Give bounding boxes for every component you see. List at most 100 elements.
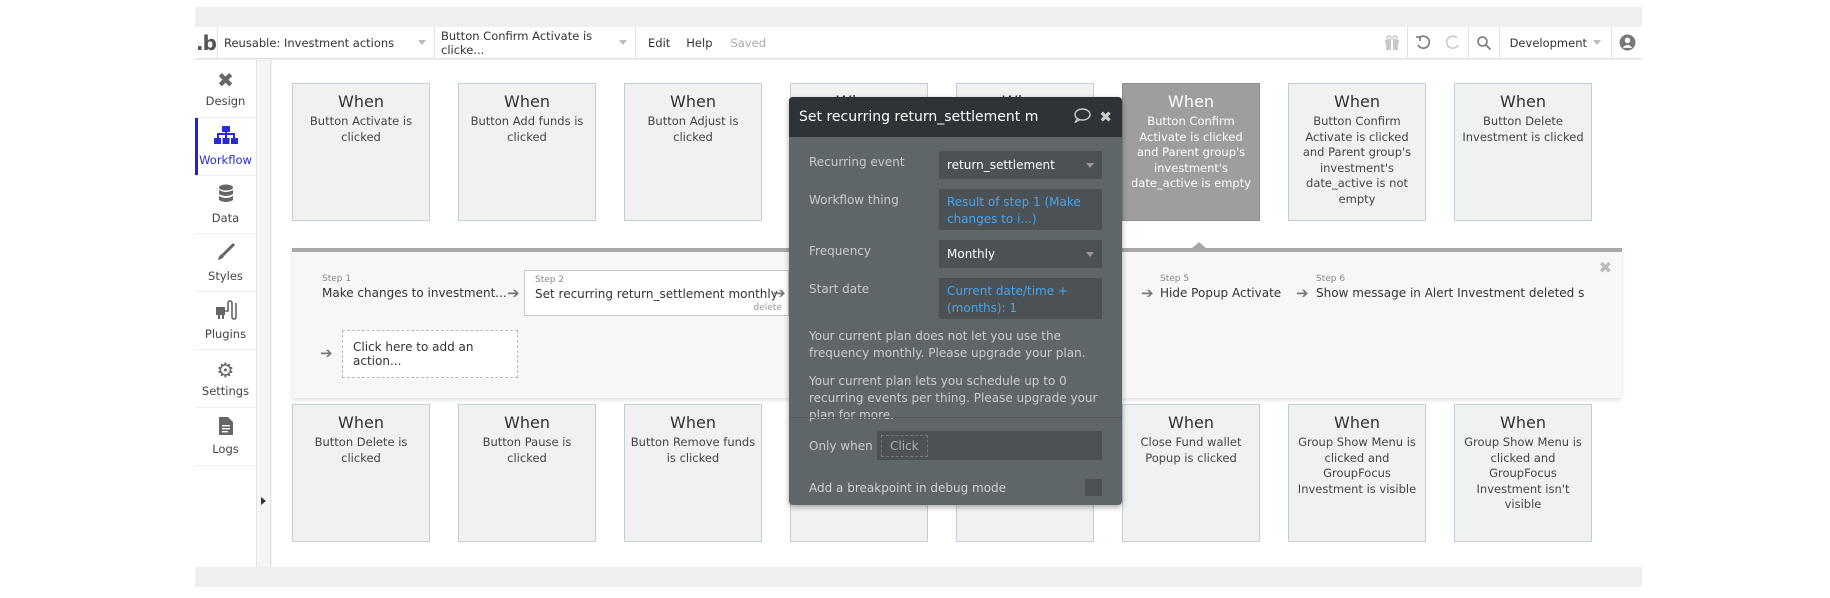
start-date-value: Current date/time + (months): 1 xyxy=(947,284,1068,315)
event-condition: Button Remove funds is clicked xyxy=(630,435,756,465)
step-number: Step 1 xyxy=(322,274,352,284)
event-selector-label: Button Confirm Activate is clicke... xyxy=(441,28,593,57)
panel-pointer xyxy=(1191,242,1207,249)
frequency-value: Monthly xyxy=(947,247,996,261)
environment-label: Development xyxy=(1509,35,1587,50)
step-number: Step 6 xyxy=(1316,274,1346,284)
popup-header[interactable]: Set recurring return_settlement m ✖ xyxy=(789,97,1122,137)
delete-step-link[interactable]: delete xyxy=(753,303,781,313)
plug-icon xyxy=(215,300,237,324)
chevron-down-icon xyxy=(418,40,426,45)
redo-icon[interactable] xyxy=(1438,27,1468,58)
left-sidebar: ✖ Design Workflow Data Styles Plugins ⚙ … xyxy=(195,60,257,567)
event-condition: Button Delete Investment is clicked xyxy=(1462,114,1584,144)
page-selector-dropdown[interactable]: Reusable: Investment actions xyxy=(218,27,434,58)
workflow-step[interactable]: Step 5 Hide Popup Activate xyxy=(1160,274,1281,300)
recurring-event-dropdown[interactable]: return_settlement xyxy=(939,151,1102,179)
workflow-step[interactable]: Step 1 Make changes to investment... xyxy=(322,274,507,300)
bottom-strip xyxy=(195,567,1642,587)
menu-edit[interactable]: Edit xyxy=(636,36,682,50)
only-when-placeholder[interactable]: Click xyxy=(881,434,928,457)
add-action-button[interactable]: Click here to add an action... xyxy=(342,330,518,378)
recurring-event-value: return_settlement xyxy=(947,158,1055,172)
popup-divider xyxy=(789,417,1122,418)
event-when-label: When xyxy=(670,413,716,432)
event-card[interactable]: When Button Delete Investment is clicked xyxy=(1454,83,1592,221)
event-card[interactable]: When Close Fund wallet Popup is clicked xyxy=(1122,404,1260,542)
event-card[interactable]: When Button Activate is clicked xyxy=(292,83,430,221)
menu-help[interactable]: Help xyxy=(682,36,724,50)
search-icon[interactable] xyxy=(1469,27,1499,58)
arrow-right-icon: ➔ xyxy=(1296,284,1309,302)
recurring-event-label: Recurring event xyxy=(809,155,905,169)
event-card[interactable]: When Button Delete is clicked xyxy=(292,404,430,542)
event-when-label: When xyxy=(1168,413,1214,432)
popup-title: Set recurring return_settlement m xyxy=(799,109,1039,125)
sidebar-item-styles[interactable]: Styles xyxy=(195,234,256,292)
event-card[interactable]: When Button Remove funds is clicked xyxy=(624,404,762,542)
event-when-label: When xyxy=(1334,413,1380,432)
breakpoint-row: Add a breakpoint in debug mode xyxy=(809,479,1102,496)
sidebar-item-data[interactable]: Data xyxy=(195,176,256,234)
step-number: Step 5 xyxy=(1160,274,1190,284)
breakpoint-checkbox[interactable] xyxy=(1085,479,1102,496)
only-when-row: Only when Click xyxy=(809,431,1102,460)
arrow-right-icon: ➔ xyxy=(507,284,520,302)
database-icon xyxy=(218,184,234,208)
event-when-label: When xyxy=(504,413,550,432)
step-number: Step 2 xyxy=(535,275,565,285)
gift-icon[interactable] xyxy=(1377,27,1407,58)
event-condition: Button Add funds is clicked xyxy=(470,114,584,144)
sidebar-item-logs[interactable]: Logs xyxy=(195,408,256,466)
close-icon[interactable]: ✖ xyxy=(1099,108,1112,126)
workflow-step-selected[interactable]: Step 2 Set recurring return_settlement m… xyxy=(524,270,789,316)
start-date-label: Start date xyxy=(809,282,870,296)
arrow-right-icon: ➔ xyxy=(1141,284,1154,302)
bubble-logo[interactable]: .b xyxy=(195,31,217,55)
action-editor-popup: Set recurring return_settlement m ✖ Recu… xyxy=(789,97,1122,505)
only-when-input[interactable]: Click xyxy=(877,431,1102,460)
comment-icon[interactable] xyxy=(1074,107,1092,127)
event-condition: Close Fund wallet Popup is clicked xyxy=(1140,435,1242,465)
sidebar-item-label: Data xyxy=(211,211,240,225)
step-action: Set recurring return_settlement monthly xyxy=(535,287,778,301)
expand-arrow-icon[interactable] xyxy=(261,497,266,505)
workflow-thing-value: Result of step 1 (Make changes to i...) xyxy=(947,195,1081,226)
event-card[interactable]: When Button Add funds is clicked xyxy=(458,83,596,221)
sidebar-item-workflow[interactable]: Workflow xyxy=(195,118,256,176)
sidebar-item-label: Plugins xyxy=(204,327,247,341)
sidebar-item-settings[interactable]: ⚙ Settings xyxy=(195,350,256,408)
user-icon[interactable] xyxy=(1612,27,1642,58)
chevron-down-icon xyxy=(1086,251,1094,257)
sidebar-item-label: Design xyxy=(205,94,246,108)
workflow-step[interactable]: Step 6 Show message in Alert Investment … xyxy=(1316,274,1584,300)
event-when-label: When xyxy=(504,92,550,111)
event-card-selected[interactable]: When Button Confirm Activate is clicked … xyxy=(1122,83,1260,221)
sidebar-item-plugins[interactable]: Plugins xyxy=(195,292,256,350)
event-condition: Button Delete is clicked xyxy=(314,435,408,465)
event-card[interactable]: When Group Show Menu is clicked and Grou… xyxy=(1454,404,1592,542)
event-condition: Button Activate is clicked xyxy=(309,114,413,144)
only-when-label: Only when xyxy=(809,438,873,453)
event-when-label: When xyxy=(1500,413,1546,432)
event-when-label: When xyxy=(1168,92,1214,111)
undo-icon[interactable] xyxy=(1408,27,1438,58)
step-action: Hide Popup Activate xyxy=(1160,286,1282,300)
start-date-field[interactable]: Current date/time + (months): 1 xyxy=(939,278,1102,319)
event-card[interactable]: When Button Pause is clicked xyxy=(458,404,596,542)
close-icon[interactable]: ✖ xyxy=(1599,258,1612,277)
frequency-label: Frequency xyxy=(809,244,871,258)
event-card[interactable]: When Group Show Menu is clicked and Grou… xyxy=(1288,404,1426,542)
event-selector-dropdown[interactable]: Button Confirm Activate is clicke... xyxy=(435,27,635,58)
frequency-dropdown[interactable]: Monthly xyxy=(939,240,1102,268)
frequency-upgrade-note: Your current plan does not let you use t… xyxy=(809,329,1086,360)
event-card[interactable]: When Button Adjust is clicked xyxy=(624,83,762,221)
event-card[interactable]: When Button Confirm Activate is clicked … xyxy=(1288,83,1426,221)
environment-dropdown[interactable]: Development xyxy=(1498,27,1611,58)
top-toolbar: .b Reusable: Investment actions Button C… xyxy=(195,27,1642,59)
event-condition: Button Adjust is clicked xyxy=(647,114,739,144)
event-when-label: When xyxy=(338,92,384,111)
sidebar-collapse-gutter[interactable] xyxy=(257,60,271,567)
sidebar-item-design[interactable]: ✖ Design xyxy=(195,60,256,118)
workflow-thing-field[interactable]: Result of step 1 (Make changes to i...) xyxy=(939,189,1102,230)
